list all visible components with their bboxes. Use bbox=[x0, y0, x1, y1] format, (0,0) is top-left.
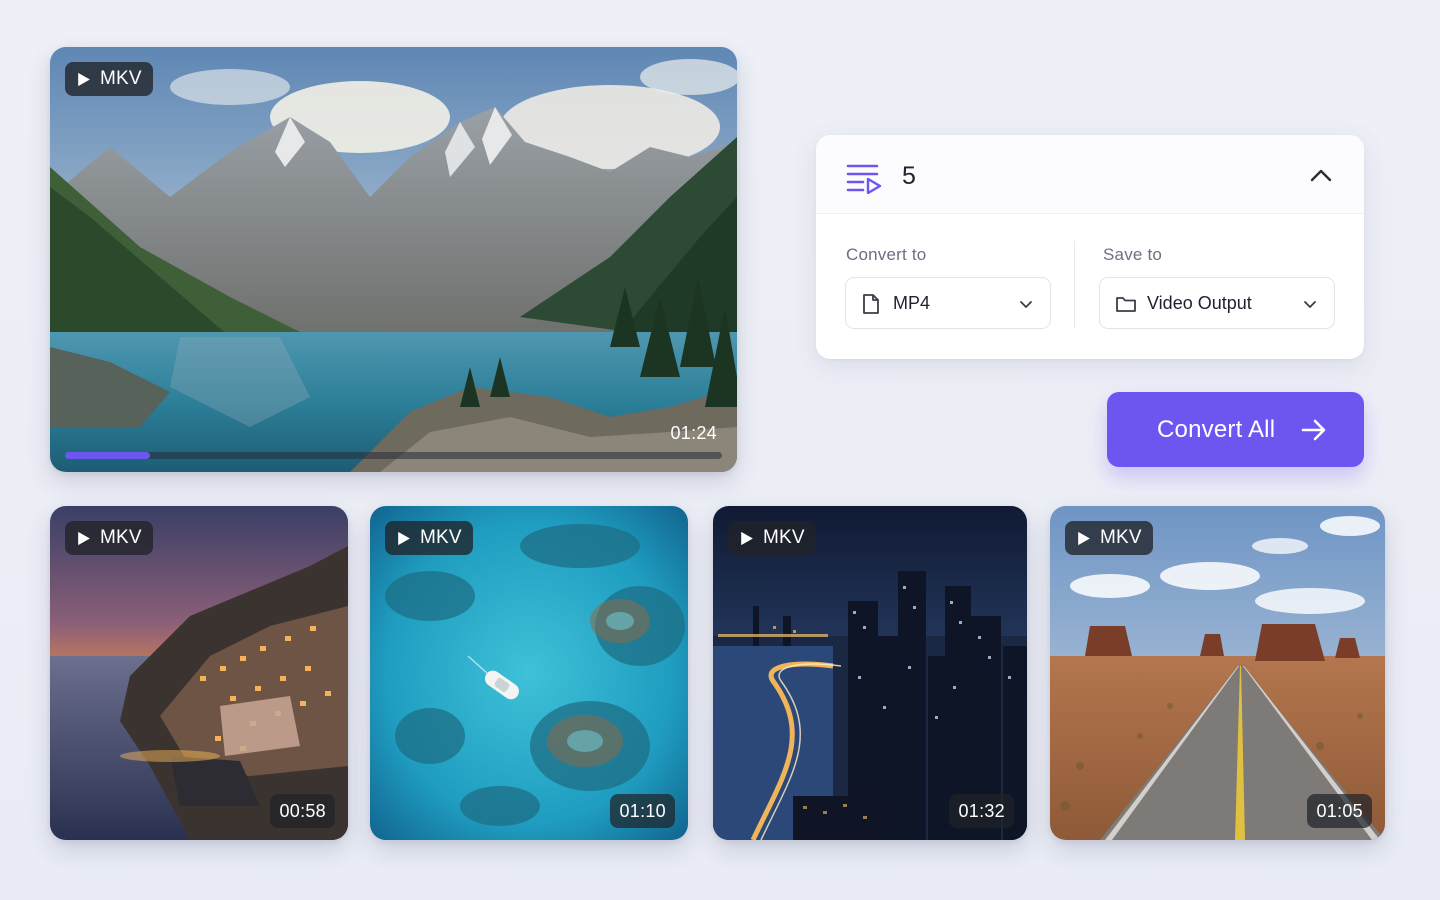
playlist-play-icon bbox=[846, 164, 882, 194]
format-label: MKV bbox=[420, 527, 462, 548]
conversion-panel: 5 Convert to Save to MP4 Video Output bbox=[816, 135, 1364, 359]
video-thumbnail-card[interactable]: MKV 01:05 bbox=[1050, 506, 1385, 840]
format-label: MKV bbox=[763, 527, 805, 548]
chevron-up-icon[interactable] bbox=[1308, 163, 1334, 187]
play-icon bbox=[398, 531, 410, 545]
play-icon bbox=[741, 531, 753, 545]
convert-to-label: Convert to bbox=[846, 245, 927, 264]
format-badge: MKV bbox=[1065, 521, 1153, 555]
format-badge: MKV bbox=[65, 521, 153, 555]
video-thumbnail bbox=[713, 506, 1027, 840]
video-thumbnail bbox=[1050, 506, 1385, 840]
format-badge: MKV bbox=[65, 62, 153, 96]
duration-label: 01:10 bbox=[610, 794, 675, 828]
folder-icon bbox=[1116, 297, 1136, 312]
convert-all-label: Convert All bbox=[1157, 416, 1276, 443]
progress-fill bbox=[65, 452, 151, 459]
duration-label: 01:32 bbox=[949, 794, 1014, 828]
output-folder-select[interactable]: Video Output bbox=[1099, 277, 1335, 329]
video-thumbnail bbox=[370, 506, 688, 840]
divider bbox=[1074, 241, 1075, 329]
output-folder-value: Video Output bbox=[1147, 293, 1252, 313]
arrow-right-icon bbox=[1301, 419, 1326, 441]
format-badge: MKV bbox=[385, 521, 473, 555]
hero-video-card[interactable]: MKV 01:24 bbox=[50, 47, 737, 472]
video-thumbnail-card[interactable]: MKV 00:58 bbox=[50, 506, 348, 840]
convert-all-button[interactable]: Convert All bbox=[1107, 392, 1364, 467]
panel-header: 5 bbox=[816, 135, 1364, 214]
video-thumbnail-card[interactable]: MKV 01:10 bbox=[370, 506, 688, 840]
format-label: MKV bbox=[1100, 527, 1142, 548]
play-icon bbox=[1078, 531, 1090, 545]
video-thumbnail bbox=[50, 506, 348, 840]
format-label: MKV bbox=[100, 527, 142, 548]
save-to-label: Save to bbox=[1103, 245, 1163, 264]
duration-label: 01:05 bbox=[1307, 794, 1372, 828]
play-icon bbox=[78, 531, 90, 545]
hero-video-thumbnail bbox=[50, 47, 737, 472]
duration-label: 01:24 bbox=[670, 422, 717, 443]
chevron-down-icon bbox=[1020, 301, 1032, 308]
format-select[interactable]: MP4 bbox=[845, 277, 1051, 329]
progress-bar[interactable] bbox=[65, 452, 722, 459]
format-label: MKV bbox=[100, 68, 142, 89]
chevron-down-icon bbox=[1304, 301, 1316, 308]
format-select-value: MP4 bbox=[893, 293, 931, 313]
play-icon bbox=[78, 72, 90, 86]
duration-label: 00:58 bbox=[270, 794, 335, 828]
video-thumbnail-card[interactable]: MKV 01:32 bbox=[713, 506, 1027, 840]
queue-count: 5 bbox=[902, 162, 916, 190]
file-icon bbox=[863, 294, 879, 314]
format-badge: MKV bbox=[728, 521, 816, 555]
